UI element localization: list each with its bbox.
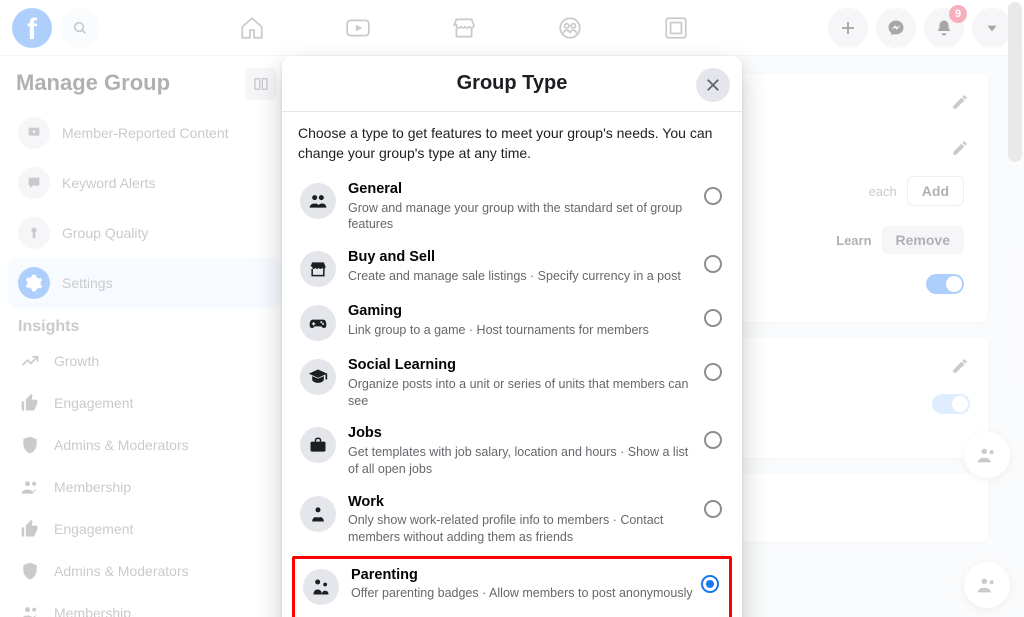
shop-icon: [308, 259, 328, 279]
radio-parenting[interactable]: [701, 575, 719, 593]
work-icon: [308, 504, 328, 524]
jobs-icon: [308, 435, 328, 455]
group-type-modal: Group Type Choose a type to get features…: [282, 56, 742, 617]
option-title: Work: [348, 494, 696, 511]
option-social-learning[interactable]: Social Learning Organize posts into a un…: [298, 349, 726, 417]
option-desc: Organize posts into a unit or series of …: [348, 376, 696, 410]
option-title: Parenting: [351, 567, 693, 584]
gaming-icon: [308, 313, 328, 333]
option-work[interactable]: Work Only show work-related profile info…: [298, 486, 726, 554]
modal-title: Group Type: [298, 72, 726, 95]
option-desc: Get templates with job salary, location …: [348, 444, 696, 478]
option-buy-sell[interactable]: Buy and Sell Create and manage sale list…: [298, 241, 726, 295]
option-title: Social Learning: [348, 357, 696, 374]
option-desc: Offer parenting badges · Allow members t…: [351, 585, 693, 602]
option-desc: Link group to a game · Host tournaments …: [348, 322, 696, 339]
close-button[interactable]: [696, 68, 730, 102]
general-icon: [308, 191, 328, 211]
highlighted-option-frame: Parenting Offer parenting badges · Allow…: [292, 556, 732, 617]
option-title: Gaming: [348, 303, 696, 320]
option-gaming[interactable]: Gaming Link group to a game · Host tourn…: [298, 295, 726, 349]
option-jobs[interactable]: Jobs Get templates with job salary, loca…: [298, 417, 726, 485]
option-title: General: [348, 181, 696, 198]
option-desc: Grow and manage your group with the stan…: [348, 200, 696, 234]
learning-icon: [308, 367, 328, 387]
option-desc: Create and manage sale listings · Specif…: [348, 268, 696, 285]
option-title: Buy and Sell: [348, 249, 696, 266]
option-title: Jobs: [348, 425, 696, 442]
option-desc: Only show work-related profile info to m…: [348, 512, 696, 546]
option-parenting[interactable]: Parenting Offer parenting badges · Allow…: [301, 561, 723, 611]
modal-intro-text: Choose a type to get features to meet yo…: [298, 124, 726, 163]
close-icon: [704, 76, 722, 94]
option-general[interactable]: General Grow and manage your group with …: [298, 173, 726, 241]
parenting-icon: [311, 577, 331, 597]
radio-work[interactable]: [704, 500, 722, 518]
